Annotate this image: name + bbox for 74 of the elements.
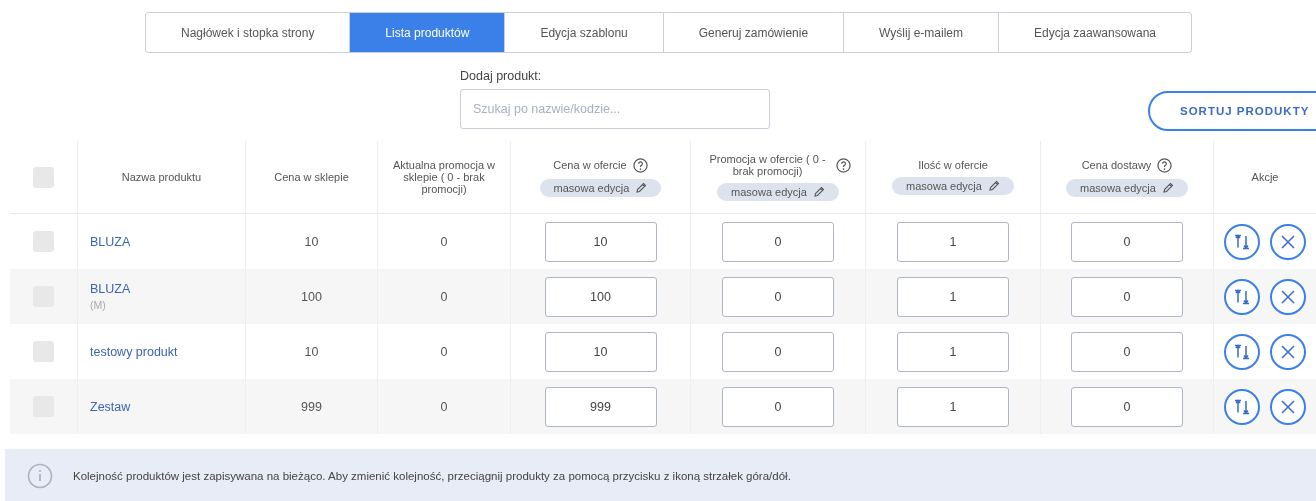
column-header: Cena dostawy (1081, 159, 1152, 171)
column-header: Akcje (1251, 171, 1279, 183)
promo-field[interactable]: 0 (722, 221, 834, 262)
reorder-button[interactable] (1224, 388, 1260, 425)
product-link[interactable]: Zestaw (90, 399, 131, 414)
search-label: Dodaj produkt: (460, 69, 543, 83)
sort-arrows-icon (1233, 342, 1251, 361)
price-field[interactable]: 999 (544, 386, 657, 427)
promo-field[interactable]: 0 (722, 276, 834, 317)
product-link[interactable]: BLUZA (90, 234, 131, 249)
price-field[interactable]: 10 (544, 221, 657, 262)
bulk-edit-button[interactable]: masowa edycja (892, 177, 1014, 195)
pencil-icon (635, 181, 648, 194)
help-icon[interactable] (1157, 157, 1173, 173)
column-header: Aktualna promocja w sklepie ( 0 - brak promocji) (391, 159, 497, 195)
sort-arrows-icon (1233, 397, 1251, 416)
table-cell: 0 (440, 289, 448, 304)
reorder-button[interactable] (1224, 333, 1260, 370)
product-link[interactable]: testowy produkt (90, 344, 178, 359)
bulk-edit-button[interactable]: masowa edycja (539, 178, 662, 197)
bulk-edit-button[interactable]: masowa edycja (1066, 178, 1188, 197)
reorder-button[interactable] (1224, 223, 1260, 260)
table-cell: 10 (304, 234, 319, 249)
quantity-field[interactable]: 1 (897, 221, 1009, 262)
search-field[interactable]: Szukaj po nazwie/kodzie... (460, 89, 770, 129)
tab[interactable]: Edycja zaawansowana (999, 13, 1191, 52)
table-cell: 0 (440, 399, 448, 414)
sort-arrows-icon (1233, 287, 1251, 306)
column-header: Cena w ofercie (553, 159, 627, 171)
quantity-field[interactable]: 1 (897, 276, 1009, 317)
column-header: Cena w sklepie (274, 171, 349, 183)
product-link[interactable]: BLUZA (90, 282, 131, 296)
close-icon (1280, 288, 1296, 305)
quantity-field[interactable]: 1 (897, 386, 1009, 427)
pencil-icon (812, 186, 825, 198)
shipping-field[interactable]: 0 (1071, 276, 1183, 317)
shipping-field[interactable]: 0 (1071, 331, 1183, 372)
table-cell: 10 (304, 344, 319, 359)
tab[interactable]: Generuj zamówienie (663, 13, 845, 52)
promo-field[interactable]: 0 (722, 331, 834, 372)
tab[interactable]: Lista produktów (350, 13, 506, 52)
table-cell: 100 (301, 289, 322, 304)
help-icon[interactable] (836, 157, 851, 173)
help-icon[interactable] (632, 157, 648, 173)
promo-field[interactable]: 0 (722, 386, 834, 427)
shipping-field[interactable]: 0 (1071, 221, 1183, 262)
quantity-field[interactable]: 1 (897, 331, 1009, 372)
pencil-icon (1161, 181, 1174, 194)
table-cell: 999 (301, 399, 322, 414)
info-icon (27, 463, 53, 489)
pencil-icon (987, 180, 1000, 192)
close-icon (1280, 398, 1296, 415)
close-icon (1280, 233, 1296, 250)
shipping-field[interactable]: 0 (1071, 386, 1183, 427)
remove-button[interactable] (1270, 278, 1306, 315)
price-field[interactable]: 10 (544, 331, 657, 372)
table-cell: 0 (440, 234, 448, 249)
reorder-button[interactable] (1224, 278, 1260, 315)
variant-label: (M) (90, 299, 106, 311)
price-field[interactable]: 100 (544, 276, 657, 317)
sort-button[interactable]: SORTUJ PRODUKTY (1148, 91, 1316, 131)
bulk-edit-button[interactable]: masowa edycja (717, 183, 839, 201)
table-cell: 0 (440, 344, 448, 359)
remove-button[interactable] (1270, 223, 1306, 260)
info-text: Kolejność produktów jest zapisywana na bieżąco. Aby zmienić kolejność, przeciągnij produkty za pomocą przycisku z ikoną strzałek góra/dół. (73, 470, 791, 482)
column-header: Nazwa produktu (121, 171, 202, 183)
remove-button[interactable] (1270, 388, 1306, 425)
remove-button[interactable] (1270, 333, 1306, 370)
sort-arrows-icon (1233, 232, 1251, 251)
column-header: Ilość w ofercie (918, 159, 988, 171)
tab[interactable]: Wyślij e-mailem (844, 13, 999, 52)
tab[interactable]: Edycja szablonu (505, 13, 664, 52)
column-header: Promocja w ofercie ( 0 - brak promocji) (708, 153, 827, 177)
close-icon (1280, 343, 1296, 360)
